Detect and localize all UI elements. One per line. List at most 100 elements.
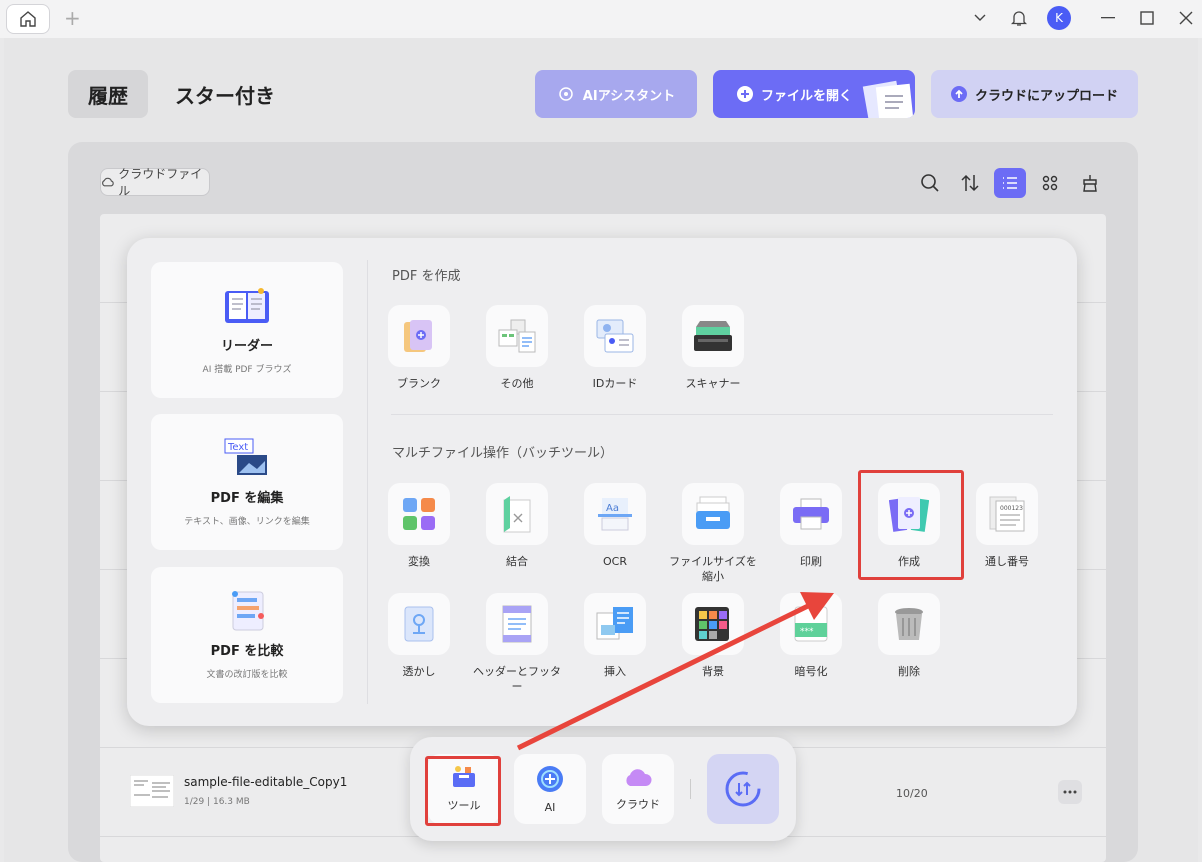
search-icon[interactable]	[914, 168, 946, 198]
tool-header-footer[interactable]: ヘッダーとフッター	[472, 593, 562, 694]
compare-pdf-subtitle: 文書の改訂版を比較	[206, 670, 288, 680]
more-icon	[1063, 790, 1077, 794]
divider	[391, 414, 1053, 415]
svg-text:000123: 000123	[1000, 505, 1023, 512]
svg-text:***: ***	[800, 627, 814, 637]
edit-pdf-card[interactable]: Text PDF を編集 テキスト、画像、リンクを編集	[151, 414, 343, 550]
dock-switch-button[interactable]	[707, 754, 779, 824]
bates-number-icon: 000123	[989, 496, 1025, 532]
title-bar: + K	[0, 0, 1202, 38]
tool-compress[interactable]: ファイルサイズを縮小	[668, 483, 758, 584]
clean-icon[interactable]	[1074, 168, 1106, 198]
ocr-icon: Aa	[598, 498, 632, 531]
id-card-icon	[596, 319, 634, 353]
upload-label: クラウドにアップロード	[974, 88, 1118, 104]
watermark-icon	[404, 606, 434, 642]
tool-bates-numbering[interactable]: 000123 通し番号	[962, 483, 1052, 569]
minimize-icon[interactable]	[1098, 6, 1118, 30]
tool-label: スキャナー	[685, 377, 741, 390]
tool-ocr[interactable]: Aa OCR	[570, 483, 660, 569]
list-view-icon[interactable]	[994, 168, 1026, 198]
sort-icon[interactable]	[954, 168, 986, 198]
reader-card[interactable]: リーダー AI 搭載 PDF ブラウズ	[151, 262, 343, 398]
chevron-down-icon[interactable]	[970, 6, 990, 30]
blank-page-icon	[404, 320, 432, 352]
book-icon	[225, 288, 269, 323]
tool-label: 透かし	[402, 665, 436, 678]
tool-delete[interactable]: 削除	[864, 593, 954, 679]
edit-text-icon: Text	[224, 438, 267, 475]
tool-label: 結合	[506, 555, 528, 568]
edit-pdf-title: PDF を編集	[210, 491, 284, 506]
tool-label: 変換	[408, 555, 430, 568]
plus-circle-icon	[737, 86, 753, 102]
documents-illustration-icon	[862, 80, 914, 118]
more-options-button[interactable]	[1058, 780, 1082, 804]
switch-icon	[725, 771, 761, 807]
ai-assistant-button[interactable]: AIアシスタント	[535, 70, 697, 118]
tool-print[interactable]: 印刷	[766, 483, 856, 569]
file-pages: 10/20	[896, 787, 928, 800]
tab-history[interactable]: 履歴	[68, 70, 148, 118]
svg-text:Text: Text	[227, 442, 248, 453]
tab-starred[interactable]: スター付き	[170, 70, 280, 118]
dock-cloud-button[interactable]: クラウド	[602, 754, 674, 824]
home-tab[interactable]	[6, 4, 50, 34]
dock-cloud-label: クラウド	[616, 798, 660, 811]
edit-pdf-subtitle: テキスト、画像、リンクを編集	[184, 517, 310, 527]
ai-assistant-label: AIアシスタント	[582, 88, 676, 104]
open-file-label: ファイルを開く	[761, 88, 853, 104]
dock-ai-button[interactable]: AI	[514, 754, 586, 824]
compare-pdf-card[interactable]: PDF を比較 文書の改訂版を比較	[151, 567, 343, 703]
header-footer-icon	[502, 605, 532, 643]
dock-ai-label: AI	[544, 800, 556, 814]
svg-text:Aa: Aa	[606, 503, 619, 514]
cloud-files-button[interactable]: クラウドファイル	[100, 167, 210, 198]
avatar-letter: K	[1047, 6, 1071, 30]
upload-cloud-button[interactable]: クラウドにアップロード	[931, 70, 1138, 118]
tool-label: ファイルサイズを縮小	[669, 555, 757, 583]
file-name: sample-file-editable_Copy1	[184, 775, 348, 789]
cloud-icon	[102, 177, 114, 187]
bell-icon[interactable]	[1009, 6, 1029, 30]
insert-icon	[596, 607, 633, 640]
tool-encrypt[interactable]: *** 暗号化	[766, 593, 856, 679]
printer-icon	[793, 498, 829, 530]
tool-convert[interactable]: 変換	[374, 483, 464, 569]
combine-icon	[503, 496, 531, 533]
upload-icon	[950, 86, 967, 102]
other-formats-icon	[498, 319, 536, 353]
compress-icon	[696, 496, 730, 529]
tool-label: 背景	[702, 665, 724, 678]
tool-label: 暗号化	[794, 665, 828, 678]
tool-combine[interactable]: 結合	[472, 483, 562, 569]
tool-blank[interactable]: ブランク	[374, 305, 464, 391]
close-icon[interactable]	[1176, 6, 1196, 30]
grid-view-icon[interactable]	[1034, 168, 1066, 198]
tool-other[interactable]: その他	[472, 305, 562, 391]
compare-icon	[232, 591, 264, 631]
user-avatar[interactable]: K	[1047, 6, 1071, 30]
tool-id-card[interactable]: IDカード	[570, 305, 660, 391]
dock-divider	[690, 779, 691, 799]
tool-watermark[interactable]: 透かし	[374, 593, 464, 679]
tool-label: 通し番号	[985, 555, 1029, 568]
tool-label: ヘッダーとフッター	[473, 665, 561, 693]
tool-background[interactable]: 背景	[668, 593, 758, 679]
background-palette-icon	[695, 607, 729, 641]
new-tab-button[interactable]: +	[64, 8, 81, 28]
file-thumbnail-icon	[130, 775, 174, 807]
reader-subtitle: AI 搭載 PDF ブラウズ	[202, 365, 292, 375]
maximize-icon[interactable]	[1137, 6, 1157, 30]
ai-icon	[559, 87, 573, 101]
ai-orb-icon	[537, 765, 563, 792]
tool-scanner[interactable]: スキャナー	[668, 305, 758, 391]
cloud-icon	[626, 769, 652, 786]
compare-pdf-title: PDF を比較	[210, 644, 284, 659]
tool-label: 削除	[898, 665, 920, 678]
cloud-files-label: クラウドファイル	[118, 167, 203, 198]
divider	[367, 260, 368, 704]
highlight-box	[425, 756, 501, 826]
open-file-button[interactable]: ファイルを開く	[713, 70, 915, 118]
tool-insert[interactable]: 挿入	[570, 593, 660, 679]
